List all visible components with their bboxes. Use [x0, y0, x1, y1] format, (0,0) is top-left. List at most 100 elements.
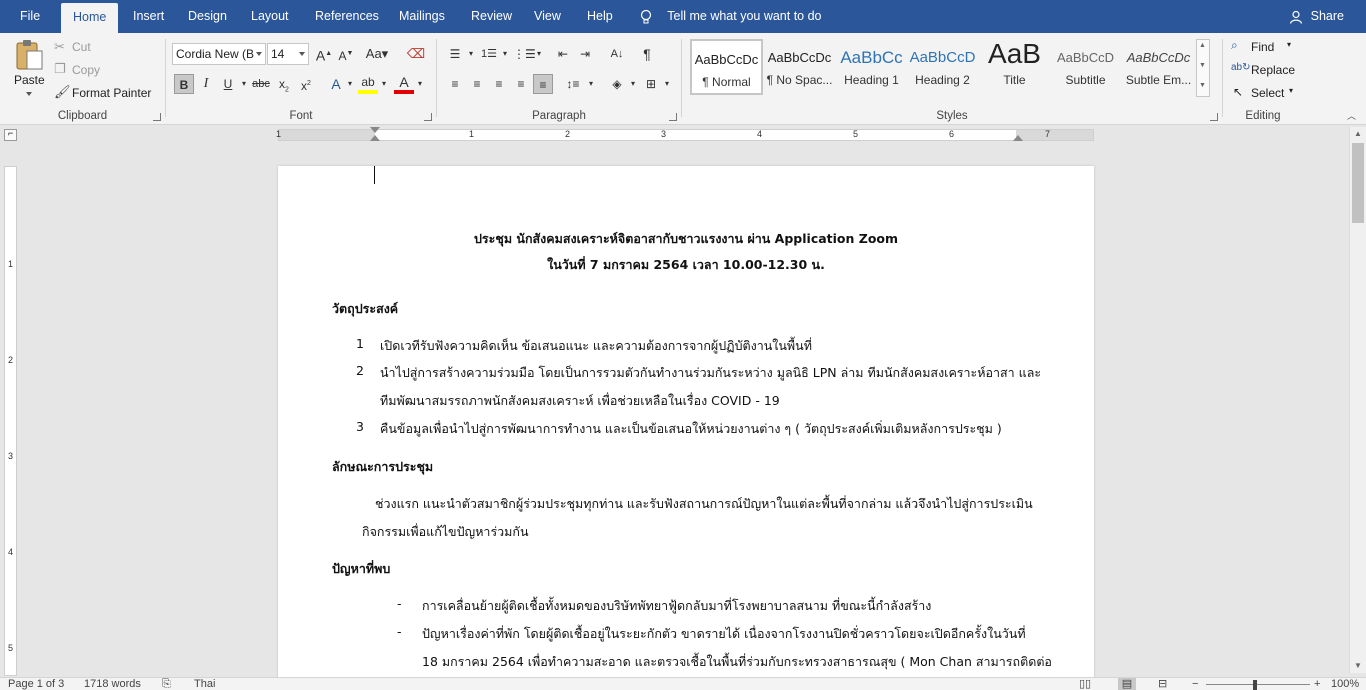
first-line-indent-marker[interactable] — [370, 127, 380, 133]
style-normal[interactable]: AaBbCcDc ¶ Normal — [690, 39, 763, 95]
style-name: Subtitle — [1065, 73, 1106, 87]
italic-icon[interactable]: I — [196, 74, 216, 94]
zoom-slider-track[interactable] — [1206, 684, 1310, 685]
zoom-slider-thumb[interactable] — [1253, 680, 1257, 690]
status-bar: Page 1 of 3 1718 words ⎘ Thai ▯▯ ▤ ⊟ − +… — [0, 677, 1366, 690]
replace-button[interactable]: ab↻ Replace — [1231, 61, 1307, 79]
paragraph-launcher-icon[interactable] — [669, 113, 677, 121]
styles-scroll[interactable]: ▲ ▼ ▼ — [1196, 39, 1210, 97]
paste-button[interactable]: Paste — [10, 39, 48, 101]
list-item: ปัญหาเรื่องค่าที่พัก โดยผู้ติดเชื้ออยู่ใ… — [422, 626, 1026, 641]
tab-view[interactable]: View — [522, 0, 573, 33]
bold-icon[interactable]: B — [174, 74, 194, 94]
shrink-font-icon[interactable]: A▼ — [336, 44, 356, 64]
superscript-icon[interactable]: x2 — [296, 74, 316, 94]
tab-mailings[interactable]: Mailings — [387, 0, 457, 33]
tab-insert[interactable]: Insert — [121, 0, 176, 33]
style-name: Heading 1 — [844, 73, 899, 87]
vertical-ruler[interactable]: 1 2 3 4 5 — [4, 166, 17, 676]
tab-file[interactable]: File — [8, 0, 52, 33]
scroll-up-icon[interactable]: ▲ — [1350, 127, 1366, 141]
horizontal-ruler[interactable]: 1 1 2 3 4 5 6 7 — [276, 127, 1094, 141]
share-label: Share — [1310, 9, 1344, 23]
tab-references[interactable]: References — [303, 0, 391, 33]
scroll-down-icon[interactable]: ▼ — [1350, 659, 1366, 673]
numbering-dropdown-icon[interactable]: ▾ — [495, 44, 515, 64]
chevron-up-icon[interactable]: ▲ — [1199, 42, 1206, 49]
multilevel-dropdown-icon[interactable]: ▾ — [529, 44, 549, 64]
scissors-icon: ✂ — [54, 39, 65, 54]
ruler-left-margin — [279, 130, 375, 140]
clipboard-launcher-icon[interactable] — [153, 113, 161, 121]
right-indent-marker[interactable] — [1013, 135, 1023, 141]
font-size-dropdown[interactable]: 14 — [267, 43, 309, 65]
style-heading-2[interactable]: AaBbCcD Heading 2 — [906, 39, 979, 95]
style-preview: AaBbCcD — [909, 49, 976, 66]
tab-help[interactable]: Help — [575, 0, 625, 33]
font-color-dropdown-icon[interactable]: ▾ — [410, 74, 430, 94]
tab-selector[interactable]: ⌐ — [4, 128, 17, 141]
language[interactable]: Thai — [194, 678, 215, 690]
proofing-icon[interactable]: ⎘ — [162, 678, 171, 690]
increase-indent-icon[interactable]: ⇥ — [575, 44, 595, 64]
tab-design[interactable]: Design — [176, 0, 239, 33]
tab-layout[interactable]: Layout — [239, 0, 301, 33]
style-name: ¶ Normal — [702, 75, 751, 89]
find-button[interactable]: ⌕ Find ▾ — [1231, 38, 1301, 56]
collapse-ribbon-icon[interactable]: ︿ — [1347, 109, 1356, 122]
pilcrow-icon[interactable]: ¶ — [637, 44, 657, 64]
align-left-icon[interactable]: ≡ — [445, 74, 465, 94]
shading-dropdown-icon[interactable]: ▾ — [623, 74, 643, 94]
doc-title-line-1: ประชุม นักสังคมสงเคราะห์จิตอาสากับชาวแรง… — [473, 231, 899, 246]
bullets-dropdown-icon[interactable]: ▾ — [461, 44, 481, 64]
clipboard-group: Paste ✂ Cut ❐ Copy 🖌 Format Painter Clip… — [0, 33, 165, 125]
read-mode-icon[interactable]: ▯▯ — [1079, 678, 1091, 690]
select-button[interactable]: ↖ Select ▾ — [1231, 84, 1301, 102]
font-name-dropdown[interactable]: Cordia New (B — [172, 43, 266, 65]
style-subtitle[interactable]: AaBbCcD Subtitle — [1049, 39, 1122, 95]
strikethrough-icon[interactable]: abc — [250, 74, 272, 94]
sort-icon[interactable]: A↓ — [607, 44, 627, 64]
text-effects-dropdown-icon[interactable]: ▾ — [340, 74, 360, 94]
align-center-icon[interactable]: ≡ — [467, 74, 487, 94]
zoom-in-icon[interactable]: + — [1314, 678, 1320, 690]
line-spacing-dropdown-icon[interactable]: ▾ — [581, 74, 601, 94]
chevron-down-icon[interactable]: ▼ — [1199, 62, 1206, 69]
hanging-indent-marker[interactable] — [370, 135, 380, 141]
share-button[interactable]: Share — [1289, 0, 1344, 33]
style-heading-1[interactable]: AaBbCc Heading 1 — [835, 39, 908, 95]
change-case-icon[interactable]: Aa▾ — [363, 44, 391, 64]
vertical-scrollbar[interactable]: ▲ ▼ — [1349, 127, 1366, 673]
highlight-dropdown-icon[interactable]: ▾ — [374, 74, 394, 94]
list-number: 1 — [356, 336, 364, 351]
grow-font-icon[interactable]: A▲ — [314, 44, 334, 64]
text-cursor — [374, 166, 375, 184]
document-page[interactable]: ประชุม นักสังคมสงเคราะห์จิตอาสากับชาวแรง… — [278, 166, 1094, 678]
tell-me-box[interactable]: Tell me what you want to do — [640, 0, 822, 33]
thai-distributed-icon[interactable]: ≡ — [533, 74, 553, 94]
borders-dropdown-icon[interactable]: ▾ — [657, 74, 677, 94]
clear-formatting-icon[interactable]: ⌫ — [406, 44, 426, 64]
more-styles-icon[interactable]: ▼ — [1199, 82, 1206, 89]
style-no-spacing[interactable]: AaBbCcDc ¶ No Spac... — [763, 39, 836, 95]
zoom-level[interactable]: 100% — [1331, 678, 1359, 690]
page-count[interactable]: Page 1 of 3 — [8, 678, 64, 690]
align-right-icon[interactable]: ≡ — [489, 74, 509, 94]
zoom-out-icon[interactable]: − — [1192, 678, 1198, 690]
justify-icon[interactable]: ≡ — [511, 74, 531, 94]
decrease-indent-icon[interactable]: ⇤ — [553, 44, 573, 64]
tab-home[interactable]: Home — [61, 3, 119, 33]
web-layout-icon[interactable]: ⊟ — [1158, 678, 1167, 690]
subscript-icon[interactable]: x2 — [274, 74, 294, 94]
font-launcher-icon[interactable] — [424, 113, 432, 121]
word-count[interactable]: 1718 words — [84, 678, 141, 690]
styles-launcher-icon[interactable] — [1210, 113, 1218, 121]
style-title[interactable]: AaB Title — [978, 39, 1051, 95]
line-spacing-icon[interactable]: ↕≡ — [563, 74, 583, 94]
style-subtle-emphasis[interactable]: AaBbCcDc Subtle Em... — [1122, 39, 1195, 95]
scroll-thumb[interactable] — [1352, 143, 1364, 223]
tell-me-label: Tell me what you want to do — [667, 9, 822, 23]
ruler-number: 3 — [661, 129, 667, 139]
print-layout-icon[interactable]: ▤ — [1118, 678, 1136, 690]
tab-review[interactable]: Review — [459, 0, 524, 33]
